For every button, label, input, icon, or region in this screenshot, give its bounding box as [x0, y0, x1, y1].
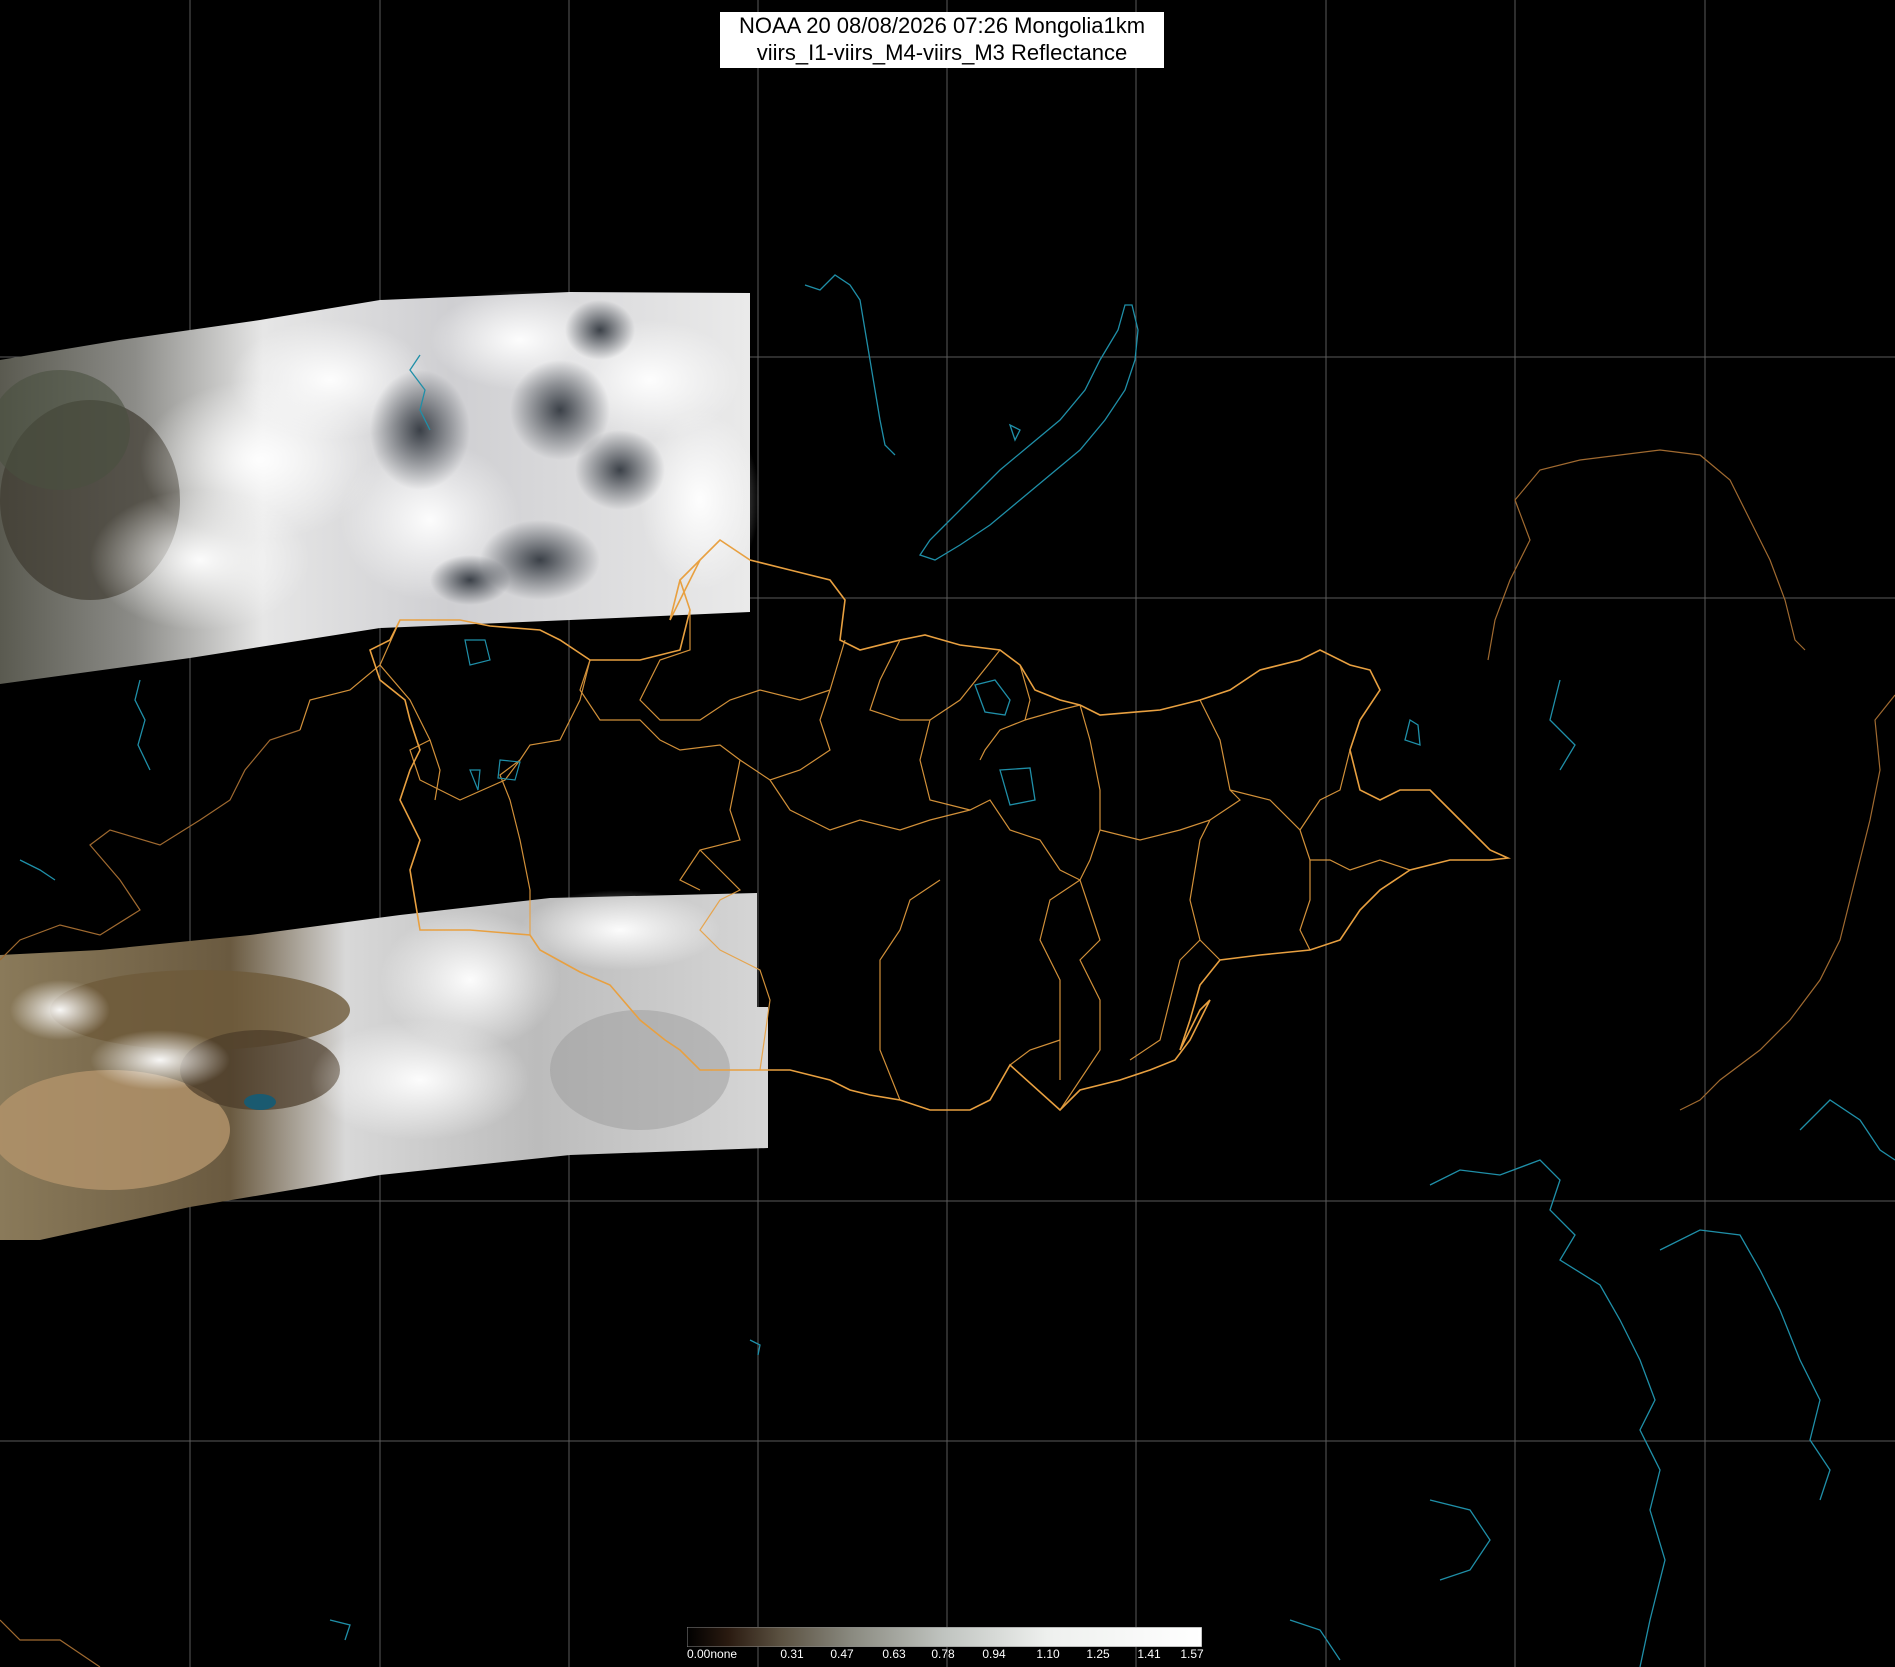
legend-color-ramp [687, 1627, 1202, 1647]
legend-tick-4: 0.78 [931, 1647, 955, 1661]
legend-tick-3: 0.63 [882, 1647, 906, 1661]
satellite-swath-lower [0, 890, 768, 1240]
reflectance-legend: 0.00none 0.31 0.47 0.63 0.78 0.94 1.10 1… [687, 1625, 1207, 1667]
legend-tick-0: 0.00none [687, 1647, 738, 1661]
legend-tick-2: 0.47 [830, 1647, 854, 1661]
legend-tick-5: 0.94 [982, 1647, 1006, 1661]
legend-tick-8: 1.41 [1137, 1647, 1161, 1661]
legend-tick-6: 1.10 [1036, 1647, 1060, 1661]
interior-lakes [464, 639, 521, 791]
title-line-2: viirs_I1-viirs_M4-viirs_M3 Reflectance [756, 40, 1128, 65]
satellite-swath-upper [0, 290, 760, 684]
map-title: NOAA 20 08/08/2026 07:26 Mongolia1km vii… [720, 12, 1164, 68]
title-line-1: NOAA 20 08/08/2026 07:26 Mongolia1km [738, 13, 1146, 38]
legend-ticks: 0.00none 0.31 0.47 0.63 0.78 0.94 1.10 1… [687, 1647, 1207, 1667]
satellite-map [0, 0, 1895, 1667]
legend-tick-1: 0.31 [780, 1647, 804, 1661]
legend-tick-7: 1.25 [1086, 1647, 1110, 1661]
legend-tick-9: 1.57 [1180, 1647, 1204, 1661]
graticule-lines [0, 0, 1895, 1667]
